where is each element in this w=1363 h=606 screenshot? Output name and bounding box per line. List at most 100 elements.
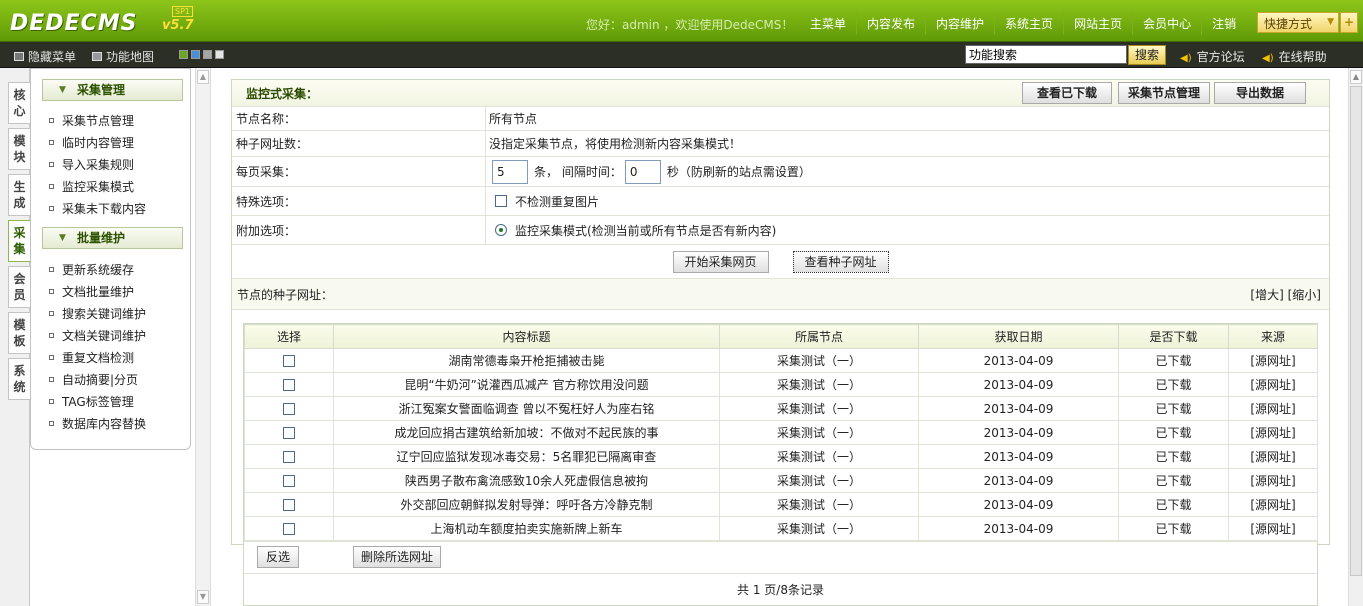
view-downloaded-button[interactable]: 查看已下载	[1022, 82, 1112, 104]
function-map-link[interactable]: 功能地图	[92, 48, 154, 65]
row-title[interactable]: 外交部回应朝鲜拟发射导弹：呼吁各方冷静克制	[333, 492, 720, 517]
row-source-link[interactable]: [源网址]	[1228, 372, 1318, 397]
hide-menu-link[interactable]: 隐藏菜单	[14, 48, 76, 65]
menu-item-update-cache[interactable]: 更新系统缓存	[49, 261, 134, 278]
nav-logout[interactable]: 注销	[1201, 12, 1246, 35]
invert-select-button[interactable]: 反选	[257, 546, 299, 568]
nav-main-menu[interactable]: 主菜单	[800, 12, 856, 35]
per-page-input[interactable]: 5	[492, 159, 528, 184]
resize-links: [增大] [缩小]	[1250, 286, 1321, 303]
menu-item-search-keywords[interactable]: 搜索关键词维护	[49, 305, 146, 322]
menu-item-import-rules[interactable]: 导入采集规则	[49, 156, 134, 173]
row-source-link[interactable]: [源网址]	[1228, 468, 1318, 493]
monitor-mode-radio[interactable]	[495, 224, 507, 236]
official-forum-label: 官方论坛	[1196, 50, 1245, 64]
nav-system-home[interactable]: 系统主页	[994, 12, 1063, 35]
row-source-link[interactable]: [源网址]	[1228, 492, 1318, 517]
menu-item-monitor-mode[interactable]: 监控采集模式	[49, 178, 134, 195]
nav-publish[interactable]: 内容发布	[856, 12, 925, 35]
shrink-link[interactable]: [缩小]	[1288, 288, 1321, 302]
menu-item-tag-manage[interactable]: TAG标签管理	[49, 393, 134, 410]
node-manage-button[interactable]: 采集节点管理	[1118, 82, 1210, 104]
row-checkbox[interactable]	[283, 451, 295, 463]
bullet-icon	[49, 184, 54, 189]
row-source-link[interactable]: [源网址]	[1228, 516, 1318, 541]
menu-item-auto-summary[interactable]: 自动摘要|分页	[49, 371, 138, 388]
logo-version: v5.7	[162, 18, 194, 33]
interval-input[interactable]: 0	[624, 159, 661, 184]
node-name-label: 节点名称：	[232, 107, 486, 130]
page-scrollbar[interactable]: ▲	[1348, 68, 1363, 606]
logo[interactable]: DEDECMS v5.7 SP1	[10, 6, 194, 36]
menu-scrollbar[interactable]: ▲ ▼	[195, 68, 211, 606]
quick-menu-button[interactable]: 快捷方式 ▼	[1257, 12, 1339, 33]
menu-item-duplicate-check[interactable]: 重复文档检测	[49, 349, 134, 366]
vtab-member[interactable]: 会员	[8, 266, 30, 308]
menu-item-label: 更新系统缓存	[62, 263, 135, 277]
row-date: 2013-04-09	[918, 396, 1119, 421]
row-checkbox[interactable]	[283, 379, 295, 391]
scrollbar-thumb[interactable]	[1350, 86, 1362, 576]
row-select-cell	[244, 444, 334, 469]
vtab-template[interactable]: 模板	[8, 312, 30, 354]
view-seed-urls-button[interactable]: 查看种子网址	[792, 250, 889, 273]
row-checkbox[interactable]	[283, 475, 295, 487]
scroll-up-icon[interactable]: ▲	[197, 70, 209, 84]
row-title[interactable]: 湖南常德毒枭开枪拒捕被击毙	[333, 348, 720, 373]
vtab-module[interactable]: 模块	[8, 128, 30, 170]
vtab-core[interactable]: 核心	[8, 82, 30, 124]
seed-count-label: 种子网址数：	[232, 131, 486, 156]
add-shortcut-button[interactable]: +	[1340, 12, 1358, 33]
row-title[interactable]: 浙江冤案女警面临调查 曾以不冤枉好人为座右铭	[333, 396, 720, 421]
official-forum-link[interactable]: ◀) 官方论坛	[1180, 48, 1245, 65]
row-title[interactable]: 辽宁回应监狱发现冰毒交易：5名罪犯已隔离审查	[333, 444, 720, 469]
row-checkbox[interactable]	[283, 523, 295, 535]
scroll-up-icon[interactable]: ▲	[1350, 70, 1362, 84]
function-search-input[interactable]	[965, 45, 1127, 64]
vtab-generate[interactable]: 生成	[8, 174, 30, 216]
row-title[interactable]: 成龙回应捐古建筑给新加坡：不做对不起民族的事	[333, 420, 720, 445]
row-title[interactable]: 上海机动车额度拍卖实施新牌上新车	[333, 516, 720, 541]
no-dup-image-checkbox[interactable]	[495, 195, 507, 207]
row-source-link[interactable]: [源网址]	[1228, 444, 1318, 469]
menu-item-temp-content[interactable]: 临时内容管理	[49, 134, 134, 151]
menu-item-label: 数据库内容替换	[62, 417, 147, 431]
top-header: DEDECMS v5.7 SP1 您好：admin ，欢迎使用DedeCMS！ …	[0, 0, 1363, 42]
menu-item-node-manage[interactable]: 采集节点管理	[49, 112, 134, 129]
row-checkbox[interactable]	[283, 355, 295, 367]
nav-member-center[interactable]: 会员中心	[1132, 12, 1201, 35]
row-title[interactable]: 昆明“牛奶河”说灌西瓜减产 官方称饮用没问题	[333, 372, 720, 397]
row-source-link[interactable]: [源网址]	[1228, 348, 1318, 373]
vtab-collect[interactable]: 采集	[8, 220, 30, 262]
start-collect-button[interactable]: 开始采集网页	[672, 250, 769, 273]
row-title[interactable]: 陕西男子散布禽流感致10余人死虚假信息被拘	[333, 468, 720, 493]
online-help-link[interactable]: ◀) 在线帮助	[1262, 48, 1327, 65]
row-source-link[interactable]: [源网址]	[1228, 420, 1318, 445]
scroll-down-icon[interactable]: ▼	[197, 590, 209, 604]
col-select: 选择	[244, 324, 334, 349]
menu-group-batch[interactable]: ▼ 批量维护	[42, 227, 183, 249]
row-checkbox[interactable]	[283, 403, 295, 415]
theme-swatch-green[interactable]	[179, 50, 188, 59]
function-search-button[interactable]: 搜索	[1128, 45, 1166, 65]
row-status: 已下载	[1118, 372, 1229, 397]
menu-group-collect[interactable]: ▼ 采集管理	[42, 79, 183, 101]
collapse-icon: ▼	[59, 233, 66, 243]
enlarge-link[interactable]: [增大]	[1250, 288, 1283, 302]
menu-item-db-replace[interactable]: 数据库内容替换	[49, 415, 146, 432]
theme-swatch-gray[interactable]	[203, 50, 212, 59]
delete-selected-button[interactable]: 删除所选网址	[353, 546, 441, 568]
export-data-button[interactable]: 导出数据	[1214, 82, 1306, 104]
menu-item-doc-keywords[interactable]: 文档关键词维护	[49, 327, 146, 344]
nav-site-home[interactable]: 网站主页	[1063, 12, 1132, 35]
menu-item-doc-batch[interactable]: 文档批量维护	[49, 283, 134, 300]
theme-swatch-white[interactable]	[215, 50, 224, 59]
vtab-system[interactable]: 系统	[8, 358, 30, 400]
row-status: 已下载	[1118, 348, 1229, 373]
row-checkbox[interactable]	[283, 427, 295, 439]
row-checkbox[interactable]	[283, 499, 295, 511]
row-source-link[interactable]: [源网址]	[1228, 396, 1318, 421]
nav-maintain[interactable]: 内容维护	[925, 12, 994, 35]
menu-item-undownloaded[interactable]: 采集未下载内容	[49, 200, 146, 217]
theme-swatch-blue[interactable]	[191, 50, 200, 59]
